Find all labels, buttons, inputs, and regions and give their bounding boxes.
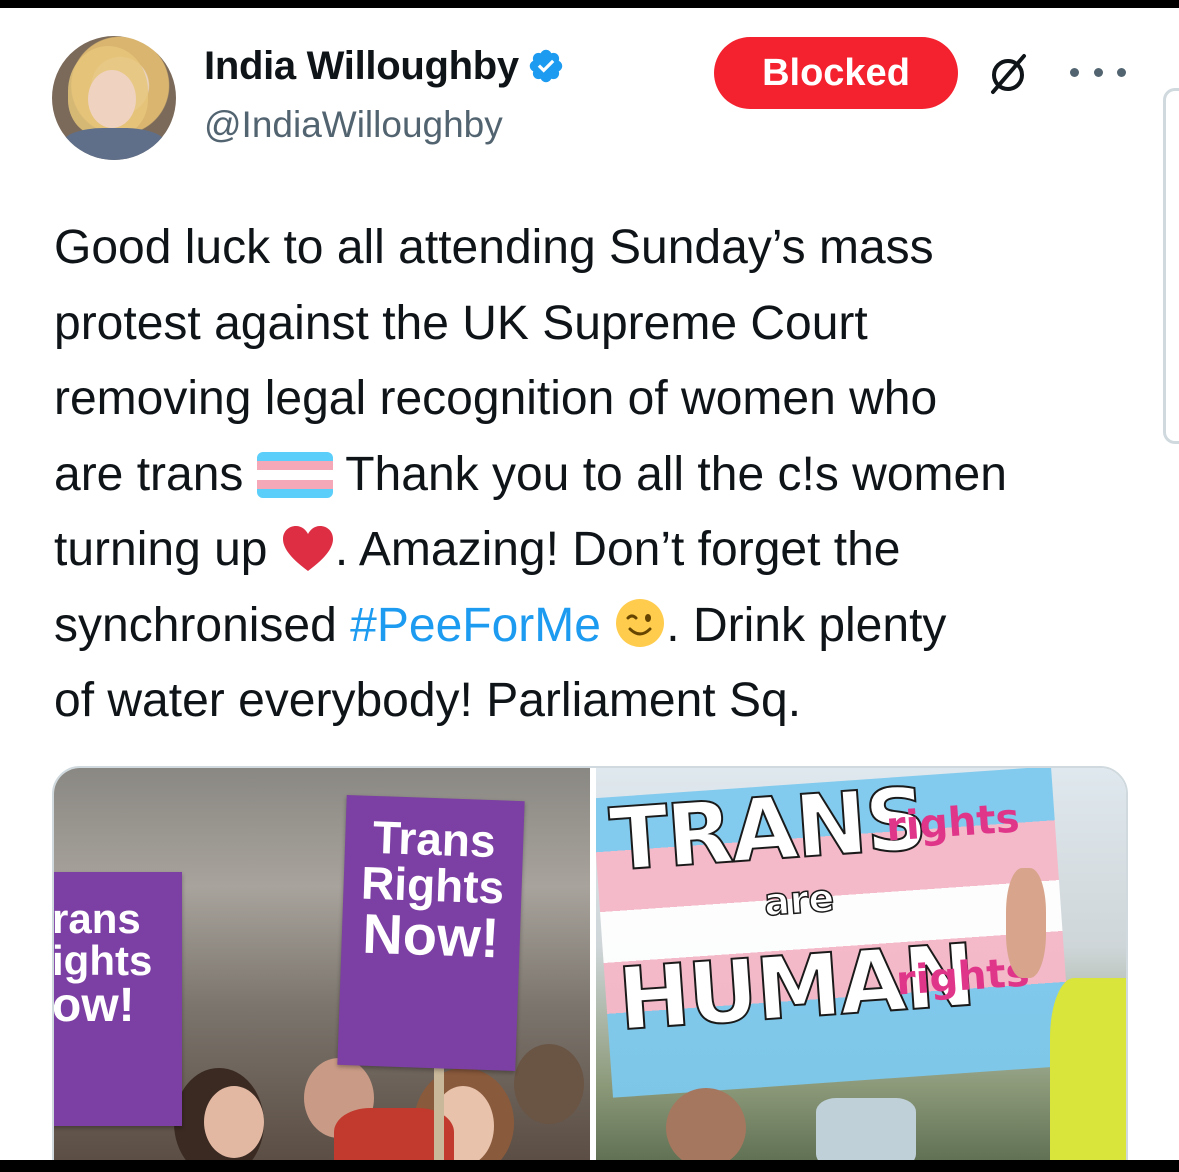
winking-face-icon xyxy=(616,598,665,647)
tweet-line: are trans Thank you to all the c!s women xyxy=(54,437,1144,513)
author-display-name[interactable]: India Willoughby xyxy=(204,44,519,89)
top-edge xyxy=(0,0,1179,8)
protest-photo-right[interactable]: TRANS rights are HUMAN rights xyxy=(596,768,1126,1164)
raised-hand xyxy=(1006,868,1046,978)
dot-icon xyxy=(1093,67,1103,77)
tweet-segment: Thank you to all the c!s women xyxy=(345,447,1007,501)
crowd-person xyxy=(666,1088,746,1164)
crowd-person xyxy=(514,1044,584,1124)
sign-text: Now! xyxy=(361,901,501,970)
avatar[interactable] xyxy=(52,36,176,160)
tweet-line: turning up . Amazing! Don’t forget the xyxy=(54,512,1144,588)
hashtag-link[interactable]: #PeeForMe xyxy=(350,599,601,652)
protest-sign-left: rans ights ow! xyxy=(54,872,182,1126)
protest-photo-left[interactable]: Trans Rights Now! rans ights ow! xyxy=(54,768,590,1164)
sign-text: ow! xyxy=(54,979,135,1032)
avatar-shirt xyxy=(62,128,166,160)
tweet-media[interactable]: Trans Rights Now! rans ights ow! TRANS r… xyxy=(52,766,1128,1166)
transgender-flag-icon xyxy=(256,451,333,498)
grok-icon[interactable] xyxy=(984,50,1032,98)
avatar-face xyxy=(88,70,136,128)
dot-icon xyxy=(1117,67,1126,77)
author-name-row[interactable]: India Willoughby xyxy=(204,40,565,92)
blocked-button[interactable]: Blocked xyxy=(714,37,958,109)
tweet-segment: are trans xyxy=(54,447,244,501)
raincoat-person xyxy=(1050,978,1126,1164)
sign-text: rans xyxy=(54,895,141,942)
side-panel-edge xyxy=(1163,88,1179,444)
tweet-line: synchronised #PeeForMe . Drink plenty xyxy=(54,588,1144,664)
tweet-line: Good luck to all attending Sunday’s mass xyxy=(54,221,934,274)
author-handle[interactable]: @IndiaWilloughby xyxy=(204,104,503,146)
bottom-edge xyxy=(0,1160,1179,1172)
crowd-item xyxy=(816,1098,916,1164)
sign-stick xyxy=(434,1068,444,1164)
tweet-segment: synchronised xyxy=(54,598,337,652)
red-heart-icon xyxy=(282,526,333,571)
verified-badge-icon xyxy=(529,49,563,83)
dot-icon xyxy=(1070,67,1079,77)
protest-sign-center: Trans Rights Now! xyxy=(337,794,525,1072)
tweet-segment: . Drink plenty xyxy=(666,598,947,652)
sign-text: ights xyxy=(54,937,153,984)
more-options-icon[interactable] xyxy=(1070,52,1126,92)
crowd-face xyxy=(204,1086,264,1158)
tweet-text: Good luck to all attending Sunday’s mass… xyxy=(54,210,1144,739)
banner-text: are xyxy=(762,875,837,925)
tweet-segment: turning up xyxy=(54,523,268,576)
tweet-segment: . Amazing! Don’t forget the xyxy=(334,523,901,576)
tweet-line: of water everybody! Parliament Sq. xyxy=(54,674,802,727)
banner-text: rights xyxy=(884,795,1021,851)
tweet-line: removing legal recognition of women who xyxy=(54,372,938,425)
tweet-line: protest against the UK Supreme Court xyxy=(54,296,868,350)
